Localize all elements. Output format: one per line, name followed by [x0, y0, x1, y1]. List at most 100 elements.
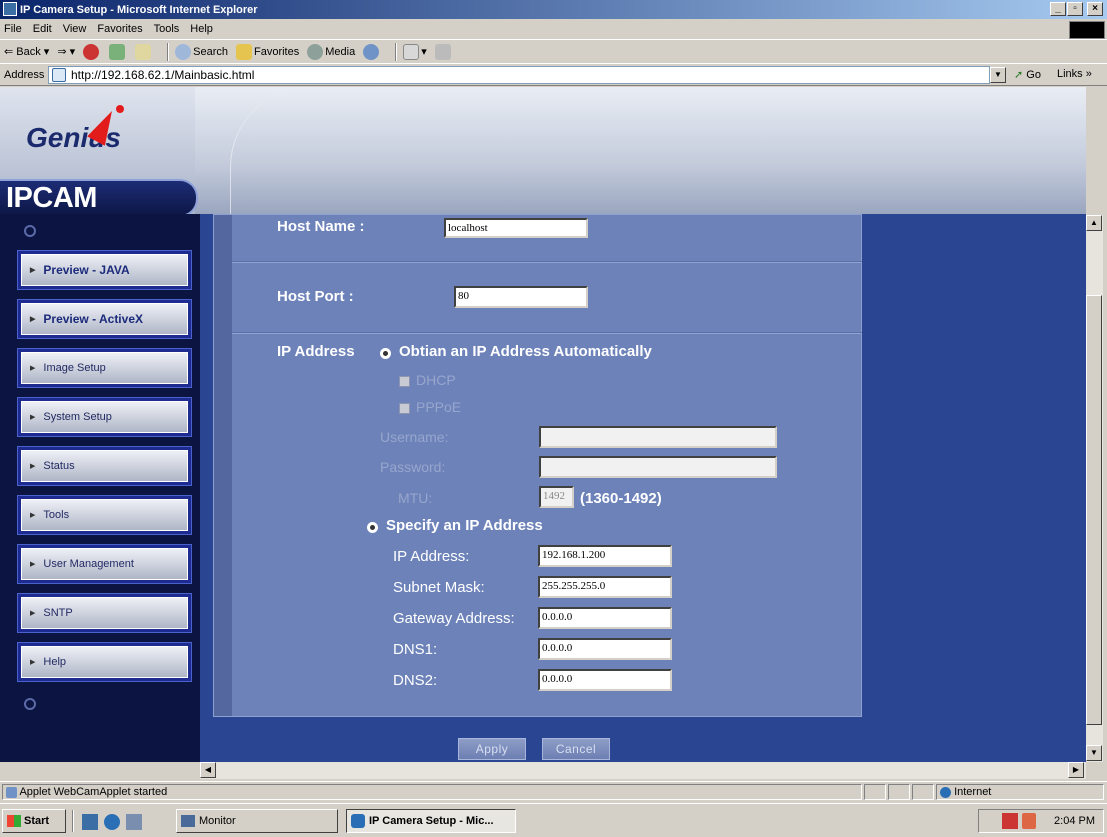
dhcp-label: DHCP	[416, 372, 456, 388]
bullet-icon: ▶	[30, 659, 36, 666]
windows-flag-icon	[7, 815, 21, 827]
cancel-button[interactable]: Cancel	[542, 738, 610, 760]
print-icon	[434, 43, 451, 60]
at-sign-icon	[24, 698, 36, 710]
nav-sntp[interactable]: ▶ SNTP	[17, 593, 192, 633]
address-dropdown-icon[interactable]: ▼	[990, 67, 1006, 83]
scroll-right-icon[interactable]: ▶	[1068, 762, 1084, 778]
security-zone: Internet	[936, 784, 1104, 800]
windows-logo-icon	[1069, 21, 1105, 39]
home-button[interactable]	[135, 43, 153, 60]
nav-image-setup[interactable]: ▶ Image Setup	[17, 348, 192, 388]
menu-tools[interactable]: Tools	[154, 23, 180, 35]
nav-tools[interactable]: ▶ Tools	[17, 495, 192, 535]
stop-button[interactable]	[83, 43, 101, 60]
links-button[interactable]: Links »	[1057, 68, 1092, 80]
password-input[interactable]	[539, 456, 777, 478]
back-arrow-icon: ⇐	[4, 46, 17, 58]
ip-address-label: IP Address	[277, 343, 355, 360]
dns1-input[interactable]: 0.0.0.0	[538, 638, 672, 660]
nav-preview-activex[interactable]: ▶ Preview - ActiveX	[17, 299, 192, 339]
bullet-icon: ▶	[30, 316, 36, 323]
nav-preview-java[interactable]: ▶ Preview - JAVA	[17, 250, 192, 290]
host-name-label: Host Name :	[277, 218, 365, 235]
username-label: Username:	[380, 429, 449, 445]
search-button[interactable]: Search	[175, 43, 228, 60]
media-button[interactable]: Media	[307, 43, 355, 60]
address-input[interactable]: http://192.168.62.1/Mainbasic.html	[48, 66, 990, 84]
username-input[interactable]	[539, 426, 777, 448]
nav-user-management[interactable]: ▶ User Management	[17, 544, 192, 584]
taskbar-ie-window[interactable]: IP Camera Setup - Mic...	[346, 809, 516, 833]
menu-favorites[interactable]: Favorites	[97, 23, 142, 35]
applet-icon	[6, 786, 17, 798]
nav-status[interactable]: ▶ Status	[17, 446, 192, 486]
menu-edit[interactable]: Edit	[33, 23, 52, 35]
menu-bar: File Edit View Favorites Tools Help	[0, 19, 1107, 40]
menu-help[interactable]: Help	[190, 23, 213, 35]
auto-ip-radio[interactable]	[380, 348, 391, 359]
specify-ip-option-label: Specify an IP Address	[386, 517, 543, 534]
horizontal-scrollbar[interactable]: ◀ ▶	[200, 762, 1086, 779]
back-button[interactable]: ⇐ Back ▾	[4, 45, 49, 59]
java-tray-icon[interactable]	[1022, 813, 1037, 829]
dns1-label: DNS1:	[393, 641, 438, 658]
scroll-up-icon[interactable]: ▲	[1086, 215, 1102, 231]
minimize-button[interactable]: _	[1050, 2, 1066, 16]
outlook-quicklaunch-icon[interactable]	[126, 814, 142, 830]
ie-quicklaunch-icon[interactable]	[104, 814, 120, 830]
status-message: Applet WebCamApplet started	[2, 784, 862, 800]
apply-button[interactable]: Apply	[458, 738, 526, 760]
home-icon	[135, 43, 152, 60]
print-button[interactable]	[434, 43, 453, 60]
nav-system-setup[interactable]: ▶ System Setup	[17, 397, 192, 437]
mail-button[interactable]: ▾	[403, 43, 427, 60]
host-name-input[interactable]: localhost	[444, 218, 588, 238]
show-desktop-icon[interactable]	[82, 814, 98, 830]
pppoe-checkbox[interactable]	[399, 403, 410, 414]
bullet-icon: ▶	[30, 463, 36, 470]
close-button[interactable]: ×	[1087, 2, 1103, 16]
network-settings-panel: Host Name : localhost Host Port : 80 IP …	[213, 214, 862, 717]
status-cell	[912, 784, 934, 800]
nav-help[interactable]: ▶ Help	[17, 642, 192, 682]
mtu-input[interactable]: 1492	[539, 486, 574, 508]
window-title: IP Camera Setup - Microsoft Internet Exp…	[20, 3, 258, 16]
ipcam-secure-logo: IPCAM SECURE	[0, 179, 198, 248]
gateway-label: Gateway Address:	[393, 610, 515, 627]
host-port-input[interactable]: 80	[454, 286, 588, 308]
forward-button[interactable]: ⇒ ▾	[57, 45, 75, 58]
taskbar-monitor[interactable]: Monitor	[176, 809, 338, 833]
subnet-mask-label: Subnet Mask:	[393, 579, 485, 596]
menu-file[interactable]: File	[4, 23, 22, 35]
web-content: Genius IPCAM SECURE ▶Preview - JAVA ▶Pre…	[0, 87, 1086, 762]
dns2-input[interactable]: 0.0.0.0	[538, 669, 672, 691]
maximize-button[interactable]: ▫	[1067, 2, 1083, 16]
vertical-scroll-thumb[interactable]	[1086, 295, 1102, 725]
page-icon	[52, 68, 66, 82]
input-method-icon[interactable]	[1002, 813, 1019, 829]
search-icon	[175, 43, 192, 60]
specify-ip-radio[interactable]	[367, 522, 378, 533]
static-ip-input[interactable]: 192.168.1.200	[538, 545, 672, 567]
refresh-button[interactable]	[109, 43, 127, 60]
status-cell	[864, 784, 886, 800]
subnet-mask-input[interactable]: 255.255.255.0	[538, 576, 672, 598]
scroll-left-icon[interactable]: ◀	[200, 762, 216, 778]
favorites-button[interactable]: Favorites	[235, 43, 299, 60]
menu-view[interactable]: View	[63, 23, 87, 35]
go-button[interactable]: ➚ Go	[1014, 68, 1041, 81]
history-button[interactable]	[363, 43, 381, 60]
dhcp-checkbox[interactable]	[399, 376, 410, 387]
bullet-icon: ▶	[30, 414, 36, 421]
vertical-scrollbar[interactable]: ▲ ▼	[1086, 215, 1103, 762]
status-bar: Applet WebCamApplet started Internet	[0, 781, 1107, 801]
bullet-icon: ▶	[30, 610, 36, 617]
static-ip-label: IP Address:	[393, 548, 470, 565]
address-url: http://192.168.62.1/Mainbasic.html	[71, 68, 255, 82]
gateway-input[interactable]: 0.0.0.0	[538, 607, 672, 629]
scroll-down-icon[interactable]: ▼	[1086, 745, 1102, 761]
clock: 2:04 PM	[1054, 815, 1095, 827]
dns2-label: DNS2:	[393, 672, 438, 689]
start-button[interactable]: Start	[2, 809, 66, 833]
